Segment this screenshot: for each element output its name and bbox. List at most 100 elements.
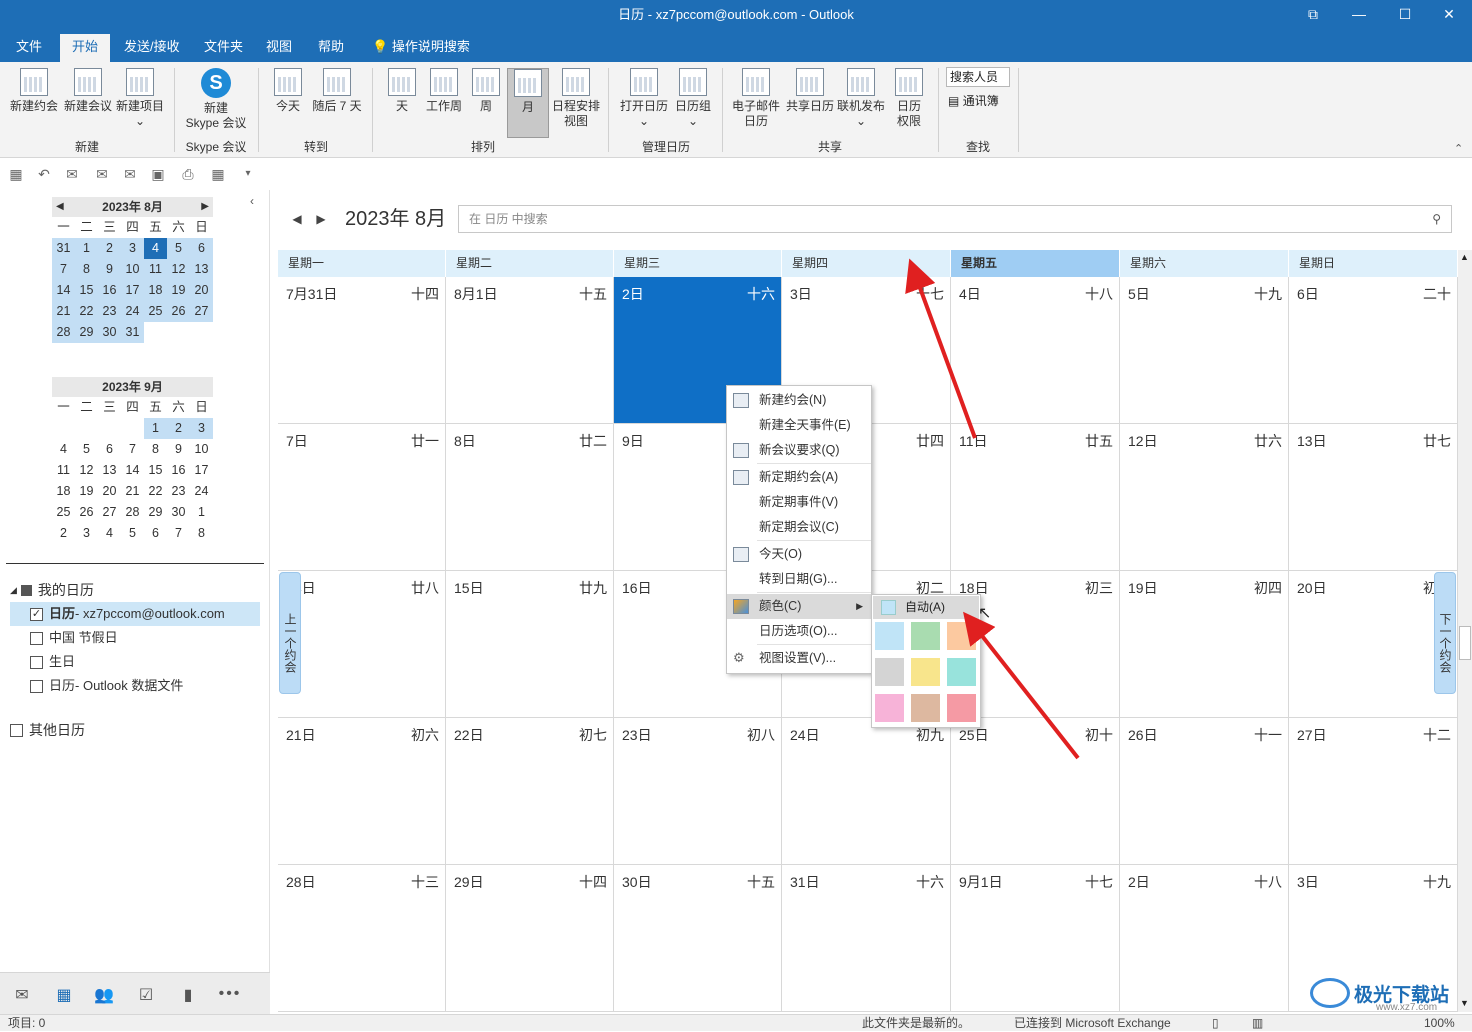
mini-date[interactable]: 24: [121, 301, 144, 322]
calendar-permissions-button[interactable]: 日历 权限: [886, 68, 932, 138]
menu-new-recurring-appointment[interactable]: 新定期约会(A): [727, 465, 871, 490]
day-cell[interactable]: 5日 十九: [1120, 277, 1289, 424]
day-cell[interactable]: 20日初五: [1289, 571, 1458, 718]
day-cell[interactable]: 4日 十八: [951, 277, 1120, 424]
reply-icon[interactable]: ✉: [64, 166, 80, 182]
mini-date[interactable]: 28: [52, 322, 75, 343]
scroll-thumb[interactable]: [1459, 626, 1471, 660]
day-cell[interactable]: 12日 廿六: [1120, 424, 1289, 571]
day-cell[interactable]: 6日 二十: [1289, 277, 1458, 424]
day-cell[interactable]: 9月1日 十七: [951, 865, 1120, 1012]
mini-date[interactable]: 22: [144, 481, 167, 502]
tab-view[interactable]: 视图: [254, 34, 304, 62]
week-view-button[interactable]: 周: [464, 68, 508, 138]
next-month-arrow-icon[interactable]: ▶: [313, 209, 329, 229]
next-month-icon[interactable]: ▶: [201, 197, 209, 217]
day-cell[interactable]: 22日 初七: [446, 718, 614, 865]
menu-view-settings[interactable]: ⚙ 视图设置(V)...: [727, 646, 871, 671]
day-cell[interactable]: 28日 十三: [278, 865, 446, 1012]
mini-date[interactable]: 23: [98, 301, 121, 322]
day-cell[interactable]: 24日 初九: [782, 718, 951, 865]
day-cell[interactable]: 8日 廿二: [446, 424, 614, 571]
mini-date[interactable]: 13: [190, 259, 213, 280]
mini-date[interactable]: 28: [121, 502, 144, 523]
mini-date[interactable]: 3: [75, 523, 98, 544]
qat-dropdown-icon[interactable]: ▾: [240, 166, 256, 182]
mini-date[interactable]: 17: [190, 460, 213, 481]
menu-calendar-options[interactable]: 日历选项(O)...: [727, 619, 871, 644]
day-cell[interactable]: 19日 初四: [1120, 571, 1289, 718]
reading-view-icon[interactable]: ▥: [1252, 1015, 1263, 1032]
menu-new-meeting-request[interactable]: 新会议要求(Q): [727, 438, 871, 463]
color-auto-option[interactable]: 自动(A): [873, 596, 979, 619]
mini-date[interactable]: 29: [75, 322, 98, 343]
zoom-level[interactable]: 100%: [1424, 1015, 1455, 1032]
day-cell[interactable]: 31日 十六: [782, 865, 951, 1012]
previous-appointment-tab[interactable]: 上一个约会: [279, 572, 301, 694]
other-calendars-checkbox[interactable]: [10, 723, 23, 737]
mini-date[interactable]: 5: [75, 439, 98, 460]
mini-date[interactable]: 4: [144, 238, 167, 259]
schedule-view-button[interactable]: 日程安排 视图: [550, 68, 602, 138]
calendar-groups-button[interactable]: 日历组 ⌄: [670, 68, 716, 138]
mini-date[interactable]: 17: [121, 280, 144, 301]
mini-date[interactable]: 22: [75, 301, 98, 322]
menu-new-recurring-meeting[interactable]: 新定期会议(C): [727, 515, 871, 540]
new-items-button[interactable]: 新建项目 ⌄: [112, 68, 168, 138]
ribbon-display-button[interactable]: ⧉: [1290, 0, 1336, 30]
next-appointment-tab[interactable]: 下一个约会: [1434, 572, 1456, 694]
maximize-button[interactable]: ☐: [1382, 0, 1428, 30]
tab-send-receive[interactable]: 发送/接收: [112, 34, 192, 62]
mini-date[interactable]: 14: [121, 460, 144, 481]
mini-date[interactable]: 23: [167, 481, 190, 502]
mini-date[interactable]: 11: [52, 460, 75, 481]
mini-date[interactable]: 5: [167, 238, 190, 259]
mini-date[interactable]: 7: [121, 439, 144, 460]
open-calendar-button[interactable]: 打开日历 ⌄: [616, 68, 672, 138]
menu-new-appointment[interactable]: 新建约会(N): [727, 388, 871, 413]
address-book-button[interactable]: ▤ 通讯簿: [948, 92, 999, 110]
mini-date[interactable]: 27: [98, 502, 121, 523]
notes-icon[interactable]: ▮: [176, 985, 200, 1005]
day-cell[interactable]: 26日 十一: [1120, 718, 1289, 865]
mail-icon[interactable]: ✉: [10, 985, 34, 1005]
mini-date[interactable]: 4: [52, 439, 75, 460]
normal-view-icon[interactable]: ▯: [1212, 1015, 1219, 1032]
mini-date[interactable]: 15: [144, 460, 167, 481]
mini-date[interactable]: 9: [98, 259, 121, 280]
menu-new-all-day-event[interactable]: 新建全天事件(E): [727, 413, 871, 438]
mini-date[interactable]: 19: [75, 481, 98, 502]
day-cell[interactable]: 7月31日 十四: [278, 277, 446, 424]
day-cell[interactable]: 29日 十四: [446, 865, 614, 1012]
mini-date[interactable]: 3: [190, 418, 213, 439]
new-meeting-button[interactable]: 新建会议: [60, 68, 116, 138]
prev-month-icon[interactable]: ◀: [56, 197, 64, 217]
more-icon[interactable]: •••: [218, 985, 242, 1005]
color-swatch[interactable]: [874, 657, 905, 687]
next-7-days-button[interactable]: 随后 7 天: [308, 68, 366, 138]
people-icon[interactable]: 👥: [92, 985, 116, 1005]
day-cell[interactable]: 8月1日 十五: [446, 277, 614, 424]
calendar-folder-item[interactable]: 生日: [10, 650, 260, 674]
send-receive-icon[interactable]: ▦: [8, 166, 24, 182]
day-cell[interactable]: 23日 初八: [614, 718, 782, 865]
mini-date[interactable]: 8: [75, 259, 98, 280]
collapse-ribbon-icon[interactable]: ⌃: [1454, 142, 1463, 155]
work-week-button[interactable]: 工作周: [422, 68, 466, 138]
day-view-button[interactable]: 天: [380, 68, 424, 138]
scroll-down-icon[interactable]: ▼: [1460, 998, 1469, 1008]
mini-date[interactable]: 1: [190, 502, 213, 523]
color-swatch[interactable]: [874, 621, 905, 651]
collapse-pane-icon[interactable]: ‹: [250, 194, 254, 208]
mini-date[interactable]: 27: [190, 301, 213, 322]
calendar-folder-item[interactable]: 日历 - Outlook 数据文件: [10, 674, 260, 698]
mini-date[interactable]: 20: [190, 280, 213, 301]
mini-date[interactable]: 26: [167, 301, 190, 322]
vertical-scrollbar[interactable]: ▲ ▼: [1458, 250, 1472, 1012]
tell-me-search[interactable]: 💡 操作说明搜索: [360, 34, 482, 62]
color-swatch[interactable]: [946, 693, 977, 723]
color-swatch[interactable]: [910, 621, 941, 651]
mini-date[interactable]: 1: [75, 238, 98, 259]
calendar-search-input[interactable]: 在 日历 中搜索 ⚲: [458, 205, 1452, 233]
mini-date[interactable]: 21: [121, 481, 144, 502]
